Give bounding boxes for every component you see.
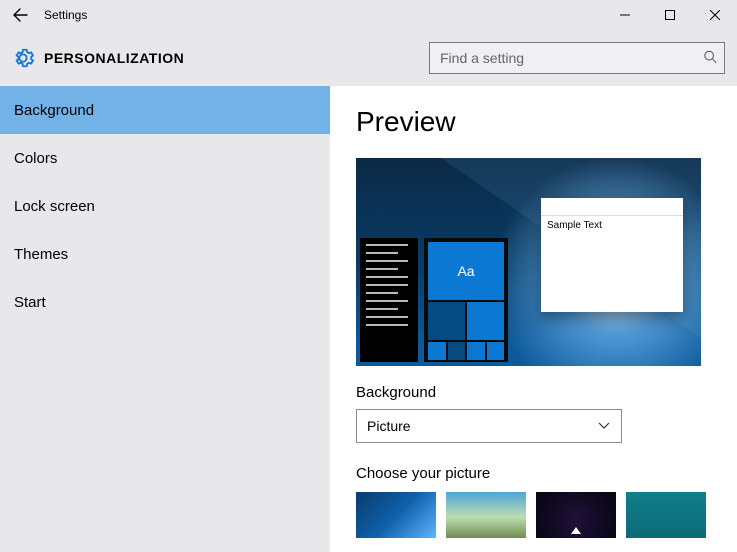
- background-dropdown-value: Picture: [367, 418, 411, 434]
- minimize-icon: [620, 10, 630, 20]
- minimize-button[interactable]: [602, 0, 647, 30]
- sidebar-item-lock-screen[interactable]: Lock screen: [0, 182, 330, 230]
- sample-window: Sample Text: [541, 198, 683, 312]
- sidebar: Background Colors Lock screen Themes Sta…: [0, 86, 330, 552]
- picture-thumb-4[interactable]: [626, 492, 706, 538]
- sample-window-text: Sample Text: [541, 216, 683, 235]
- picture-thumbnails: [356, 492, 711, 538]
- choose-picture-label: Choose your picture: [356, 465, 711, 482]
- preview-tile-large: Aa: [428, 242, 504, 300]
- page-header: PERSONALIZATION: [0, 30, 737, 86]
- back-button[interactable]: [8, 7, 32, 23]
- picture-thumb-1[interactable]: [356, 492, 436, 538]
- preview-box: Sample Text Aa: [356, 158, 701, 366]
- sidebar-item-label: Themes: [14, 246, 68, 263]
- background-dropdown[interactable]: Picture: [356, 409, 622, 443]
- body-split: Background Colors Lock screen Themes Sta…: [0, 86, 737, 552]
- picture-thumb-2[interactable]: [446, 492, 526, 538]
- chevron-down-icon: [597, 418, 611, 435]
- close-icon: [710, 10, 720, 20]
- background-label: Background: [356, 384, 711, 401]
- maximize-icon: [665, 10, 675, 20]
- back-arrow-icon: [12, 7, 28, 23]
- sidebar-item-label: Background: [14, 102, 94, 119]
- section-title: PERSONALIZATION: [44, 50, 184, 66]
- sidebar-item-background[interactable]: Background: [0, 86, 330, 134]
- window-title: Settings: [44, 8, 87, 22]
- preview-start-tiles: Aa: [424, 238, 508, 362]
- sidebar-item-label: Colors: [14, 150, 57, 167]
- close-button[interactable]: [692, 0, 737, 30]
- preview-heading: Preview: [356, 106, 711, 138]
- picture-thumb-3[interactable]: [536, 492, 616, 538]
- sidebar-item-label: Start: [14, 294, 46, 311]
- search-input[interactable]: [429, 42, 725, 74]
- sample-window-titlebar: [541, 198, 683, 216]
- gear-icon: [12, 47, 34, 69]
- window-controls: [602, 0, 737, 30]
- title-bar: Settings: [0, 0, 737, 30]
- sidebar-item-themes[interactable]: Themes: [0, 230, 330, 278]
- sidebar-item-colors[interactable]: Colors: [0, 134, 330, 182]
- maximize-button[interactable]: [647, 0, 692, 30]
- search-wrap: [429, 42, 725, 74]
- sidebar-item-start[interactable]: Start: [0, 278, 330, 326]
- sidebar-item-label: Lock screen: [14, 198, 95, 215]
- preview-start-list: [360, 238, 418, 362]
- preview-dock: Aa: [360, 238, 508, 362]
- main-content: Preview Sample Text Aa B: [330, 86, 737, 552]
